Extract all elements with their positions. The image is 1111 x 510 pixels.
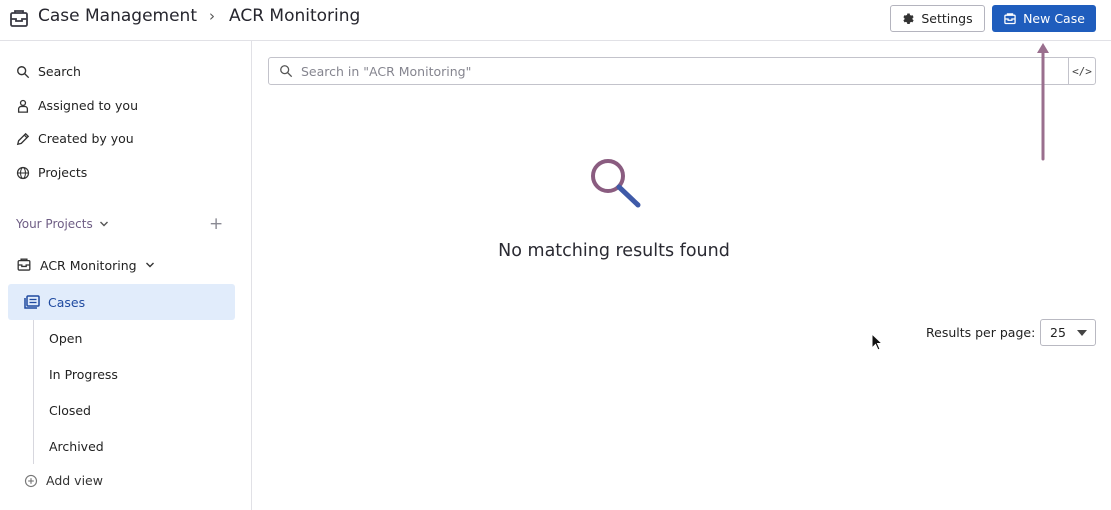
user-icon	[17, 99, 29, 113]
chevron-down-icon	[145, 262, 154, 268]
new-case-label: New Case	[1023, 11, 1085, 26]
new-case-button[interactable]: New Case	[992, 5, 1096, 32]
sidebar-item-created[interactable]: Created by you	[16, 131, 134, 146]
your-projects-toggle[interactable]: Your Projects	[16, 217, 109, 231]
breadcrumb: Case Management › ACR Monitoring	[38, 6, 360, 26]
gear-icon	[903, 13, 914, 24]
project-acr-monitoring[interactable]: ACR Monitoring	[16, 257, 155, 273]
plus-circle-icon	[24, 474, 38, 487]
code-icon: </>	[1072, 64, 1092, 78]
globe-icon	[16, 166, 30, 179]
empty-state-message: No matching results found	[498, 241, 730, 261]
add-view-label: Add view	[46, 473, 103, 488]
sidebar-item-label: Projects	[38, 165, 88, 180]
cases-list-icon	[24, 295, 40, 309]
sidebar: Search Assigned to you Created by you Pr…	[0, 41, 252, 510]
results-per-page-value: 25	[1050, 325, 1066, 340]
view-in-progress[interactable]: In Progress	[49, 367, 118, 382]
magnifier-illustration-icon	[591, 159, 641, 208]
project-label: ACR Monitoring	[40, 257, 137, 273]
sidebar-item-assigned[interactable]: Assigned to you	[16, 98, 138, 113]
add-project-button[interactable]: +	[209, 216, 223, 233]
view-open[interactable]: Open	[49, 331, 82, 346]
sidebar-item-label: Created by you	[38, 131, 134, 146]
search-icon	[280, 65, 293, 78]
results-per-page-label: Results per page:	[926, 325, 1036, 340]
sidebar-item-search[interactable]: Search	[16, 64, 81, 79]
sidebar-item-cases[interactable]: Cases	[8, 284, 235, 320]
breadcrumb-separator: ›	[209, 7, 215, 25]
breadcrumb-current: ACR Monitoring	[229, 6, 361, 26]
search-input[interactable]	[301, 63, 1041, 79]
case-box-icon	[10, 10, 28, 27]
mouse-cursor-icon	[871, 333, 883, 351]
tree-connector	[33, 320, 34, 464]
pencil-icon	[16, 132, 30, 145]
view-closed[interactable]: Closed	[49, 403, 91, 418]
sidebar-item-projects[interactable]: Projects	[16, 165, 87, 180]
results-per-page-select[interactable]: 25	[1040, 319, 1096, 346]
view-archived[interactable]: Archived	[49, 439, 104, 454]
caret-down-icon	[1077, 330, 1087, 336]
section-title: Your Projects	[16, 217, 93, 231]
add-view-button[interactable]: Add view	[24, 473, 103, 488]
query-syntax-toggle[interactable]: </>	[1068, 57, 1096, 85]
search-bar[interactable]	[268, 57, 1069, 85]
top-bar: Case Management › ACR Monitoring Setting…	[0, 0, 1111, 41]
search-icon	[17, 65, 30, 78]
sidebar-item-label: Assigned to you	[38, 98, 138, 113]
sidebar-item-label: Search	[38, 64, 81, 79]
case-box-icon	[1004, 12, 1016, 24]
breadcrumb-root[interactable]: Case Management	[38, 6, 197, 26]
cases-label: Cases	[48, 294, 86, 310]
chevron-down-icon	[99, 221, 108, 227]
case-box-icon	[17, 258, 31, 271]
settings-button[interactable]: Settings	[890, 5, 985, 32]
settings-label: Settings	[921, 11, 973, 26]
